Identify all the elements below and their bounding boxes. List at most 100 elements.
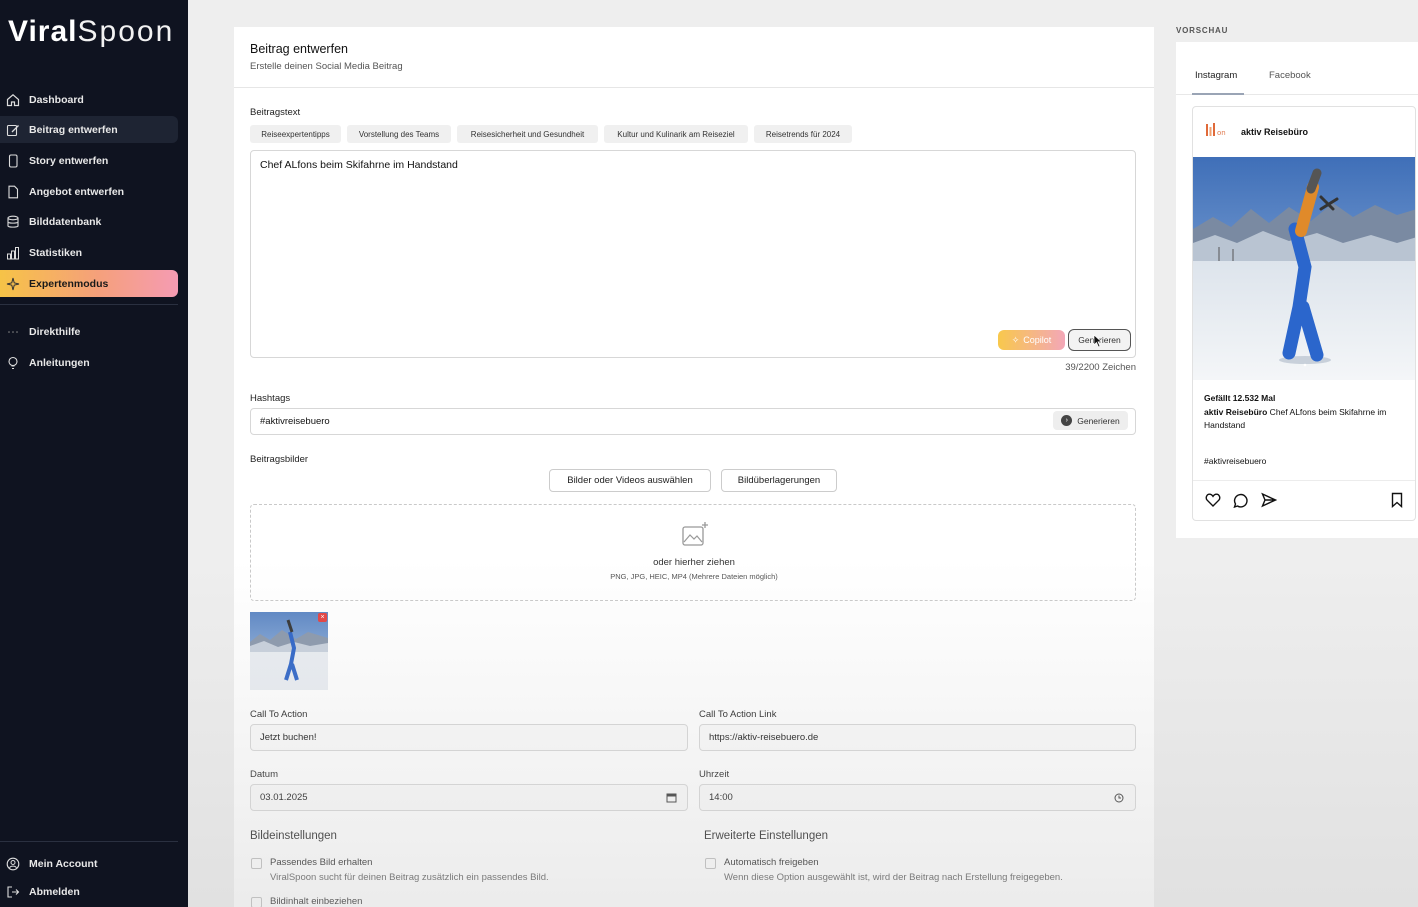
logo-light-text: Spoon: [77, 15, 175, 48]
cta-input[interactable]: Jetzt buchen!: [250, 724, 688, 751]
preview-section-label: VORSCHAU: [1176, 26, 1229, 35]
sidebar-item-dashboard[interactable]: Dashboard: [0, 86, 178, 113]
tab-facebook[interactable]: Facebook: [1269, 70, 1311, 81]
topic-chip[interactable]: Reiseexpertentipps: [250, 125, 341, 143]
topic-chip[interactable]: Kultur und Kulinarik am Reiseziel: [604, 125, 748, 143]
document-icon: [5, 184, 21, 200]
card-header: Beitrag entwerfen Erstelle deinen Social…: [234, 27, 1154, 88]
sidebar-item-beitrag-entwerfen[interactable]: Beitrag entwerfen: [0, 116, 178, 143]
generate-label: Generieren: [1077, 415, 1120, 426]
sidebar-item-label: Story entwerfen: [29, 154, 109, 167]
time-label: Uhrzeit: [699, 769, 730, 780]
sidebar-item-expertenmodus[interactable]: Expertenmodus: [0, 270, 178, 297]
date-input[interactable]: 03.01.2025: [250, 784, 688, 811]
sidebar-divider: [0, 304, 178, 305]
bookmark-icon[interactable]: [1389, 492, 1405, 509]
auto-release-desc: Wenn diese Option ausgewählt ist, wird d…: [724, 872, 1063, 883]
sidebar-item-mein-account[interactable]: Mein Account: [0, 850, 178, 877]
auto-release-checkbox[interactable]: [705, 858, 716, 869]
date-value: 03.01.2025: [260, 792, 308, 803]
media-dropzone[interactable]: oder hierher ziehen PNG, JPG, HEIC, MP4 …: [250, 504, 1136, 601]
sidebar-item-label: Expertenmodus: [29, 277, 109, 290]
time-input[interactable]: 14:00: [699, 784, 1136, 811]
select-media-button[interactable]: Bilder oder Videos auswählen: [549, 469, 711, 492]
viralspoon-logo[interactable]: Viral Spoon: [8, 6, 178, 58]
cta-link-input[interactable]: https://aktiv-reisebuero.de: [699, 724, 1136, 751]
auto-release-title: Automatisch freigeben: [724, 857, 819, 868]
logout-icon: [5, 884, 21, 900]
post-hashtags: #aktivreisebuero: [1204, 456, 1267, 466]
topic-chip[interactable]: Vorstellung des Teams: [347, 125, 451, 143]
page-subtitle: Erstelle deinen Social Media Beitrag: [250, 61, 403, 72]
user-icon: [5, 856, 21, 872]
sidebar-item-label: Bilddatenbank: [29, 215, 102, 228]
post-text-value: Chef ALfons beim Skifahrne im Handstand: [260, 159, 458, 171]
copilot-label: Copilot: [1023, 335, 1052, 345]
time-value: 14:00: [709, 792, 733, 803]
sidebar-item-label: Anleitungen: [29, 356, 90, 369]
sidebar-item-label: Statistiken: [29, 246, 83, 259]
post-editor-card: Beitrag entwerfen Erstelle deinen Social…: [234, 27, 1154, 907]
remove-image-icon[interactable]: ×: [318, 613, 327, 622]
bar-chart-icon: [5, 245, 21, 261]
post-caption: aktiv Reisebüro Chef ALfons beim Skifahr…: [1204, 406, 1409, 432]
likes-count: Gefällt 12.532 Mal: [1204, 393, 1276, 403]
sidebar-item-label: Abmelden: [29, 885, 80, 898]
phone-icon: [5, 153, 21, 169]
mouse-cursor-icon: [1093, 334, 1103, 353]
uploaded-image-thumbnail[interactable]: [250, 612, 328, 690]
home-icon: [5, 92, 21, 108]
edit-icon: [5, 122, 21, 138]
matching-image-desc: ViralSpoon sucht für deinen Beitrag zusä…: [270, 872, 549, 883]
heart-icon[interactable]: [1205, 492, 1221, 508]
dots-icon: [5, 324, 21, 340]
drop-formats: PNG, JPG, HEIC, MP4 (Mehrere Dateien mög…: [610, 572, 778, 581]
topic-chip[interactable]: Reisesicherheit und Gesundheit: [457, 125, 598, 143]
matching-image-title: Passendes Bild erhalten: [270, 857, 373, 868]
page-title: Beitrag entwerfen: [250, 42, 348, 56]
post-image: [1193, 157, 1415, 380]
add-image-icon: [681, 521, 709, 554]
copilot-button[interactable]: ✧ Copilot: [998, 330, 1065, 350]
image-settings-title: Bildeinstellungen: [250, 830, 337, 842]
hashtags-input[interactable]: #aktivreisebuero: [250, 408, 1136, 435]
action-bar-divider: [1193, 480, 1415, 481]
sidebar-item-angebot-entwerfen[interactable]: Angebot entwerfen: [0, 178, 178, 205]
drop-hint: oder hierher ziehen: [653, 557, 735, 568]
caption-username: aktiv Reisebüro: [1204, 407, 1268, 417]
topic-chip[interactable]: Reisetrends für 2024: [754, 125, 852, 143]
logo-bold-text: Viral: [8, 15, 78, 48]
cta-link-label: Call To Action Link: [699, 709, 777, 720]
sidebar-item-anleitungen[interactable]: Anleitungen: [0, 349, 178, 376]
instagram-post-preview: on aktiv Reisebüro Gefällt 12.532 Mal ak…: [1192, 106, 1416, 521]
image-content-checkbox[interactable]: [251, 897, 262, 907]
sidebar-item-direkthilfe[interactable]: Direkthilfe: [0, 318, 178, 345]
calendar-icon[interactable]: [666, 792, 677, 806]
matching-image-checkbox[interactable]: [251, 858, 262, 869]
send-icon[interactable]: [1261, 492, 1278, 508]
clock-icon[interactable]: [1114, 793, 1124, 806]
tab-instagram[interactable]: Instagram: [1195, 70, 1237, 81]
sidebar-item-label: Angebot entwerfen: [29, 185, 125, 198]
sidebar-item-story-entwerfen[interactable]: Story entwerfen: [0, 147, 178, 174]
generate-hashtags-button[interactable]: › Generieren: [1053, 411, 1128, 430]
sidebar-item-abmelden[interactable]: Abmelden: [0, 878, 178, 905]
sidebar-item-label: Mein Account: [29, 857, 98, 870]
sidebar-item-label: Dashboard: [29, 93, 84, 106]
sidebar-divider: [0, 841, 178, 842]
preview-panel: Instagram Facebook on aktiv Reisebüro Ge…: [1176, 42, 1418, 538]
comment-icon[interactable]: [1233, 492, 1249, 509]
account-name: aktiv Reisebüro: [1241, 127, 1309, 137]
sidebar-item-label: Direkthilfe: [29, 325, 81, 338]
post-images-label: Beitragsbilder: [250, 454, 309, 465]
cta-label: Call To Action: [250, 709, 308, 720]
date-label: Datum: [250, 769, 278, 780]
lightbulb-icon: [5, 355, 21, 371]
database-icon: [5, 214, 21, 230]
post-text-area[interactable]: Chef ALfons beim Skifahrne im Handstand: [250, 150, 1136, 358]
sparkle-icon: [5, 276, 21, 292]
sidebar-item-statistiken[interactable]: Statistiken: [0, 239, 178, 266]
sidebar-item-bilddatenbank[interactable]: Bilddatenbank: [0, 208, 178, 235]
image-overlays-button[interactable]: Bildüberlagerungen: [721, 469, 837, 492]
active-tab-indicator: [1192, 93, 1244, 95]
